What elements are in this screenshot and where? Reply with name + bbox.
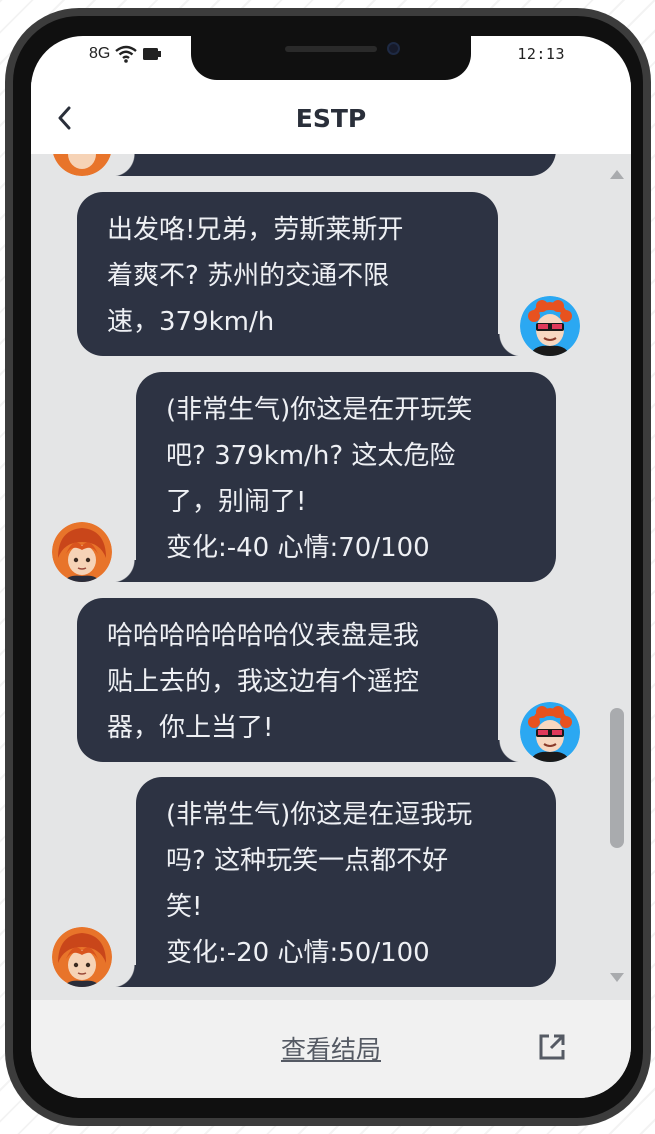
scroll-down-arrow-icon[interactable] <box>609 972 625 984</box>
notch <box>191 36 471 80</box>
message-bubble: (非常生气)你这是在开玩笑 吧? 379km/h? 这太危险 了，别闹了! 变化… <box>136 372 556 582</box>
front-camera <box>387 42 400 55</box>
network-label: 8G <box>89 45 111 62</box>
scrollbar-thumb[interactable] <box>610 708 624 848</box>
wifi-icon <box>115 45 138 63</box>
bubble-tail <box>112 560 136 582</box>
user-avatar-icon <box>520 702 580 762</box>
message-bubble: 哈哈哈哈哈哈哈仪表盘是我 贴上去的，我这边有个遥控 器，你上当了! <box>77 598 498 762</box>
message-bubble <box>136 154 556 176</box>
bubble-tail <box>112 965 136 987</box>
estp-avatar-icon <box>52 522 112 582</box>
chat-message-list[interactable]: 出发咯!兄弟，劳斯莱斯开 着爽不? 苏州的交通不限 速，379km/h (非常生… <box>31 154 631 1000</box>
chat-header: ESTP <box>31 82 631 154</box>
estp-avatar-icon <box>52 927 112 987</box>
estp-avatar-icon <box>53 154 111 176</box>
status-time: 12:13 <box>517 45 565 63</box>
status-bar-left: 8G <box>89 44 162 64</box>
bubble-tail <box>498 740 522 762</box>
user-avatar-icon <box>520 296 580 356</box>
phone-screen: 8G 12:13 ESTP 出发咯!兄弟，劳斯莱斯开 着爽不? 苏州的交通不限 … <box>31 36 631 1098</box>
message-bubble: 出发咯!兄弟，劳斯莱斯开 着爽不? 苏州的交通不限 速，379km/h <box>77 192 498 356</box>
bubble-tail <box>498 334 522 356</box>
scroll-up-arrow-icon[interactable] <box>609 168 625 180</box>
battery-icon <box>143 48 162 60</box>
message-bubble: (非常生气)你这是在逗我玩 吗? 这种玩笑一点都不好 笑! 变化:-20 心情:… <box>136 777 556 987</box>
chat-footer: 查看结局 <box>31 1000 631 1098</box>
page-title: ESTP <box>295 104 367 133</box>
external-link-icon[interactable] <box>537 1032 567 1062</box>
bubble-tail <box>112 154 136 176</box>
speaker-grille <box>285 46 377 52</box>
